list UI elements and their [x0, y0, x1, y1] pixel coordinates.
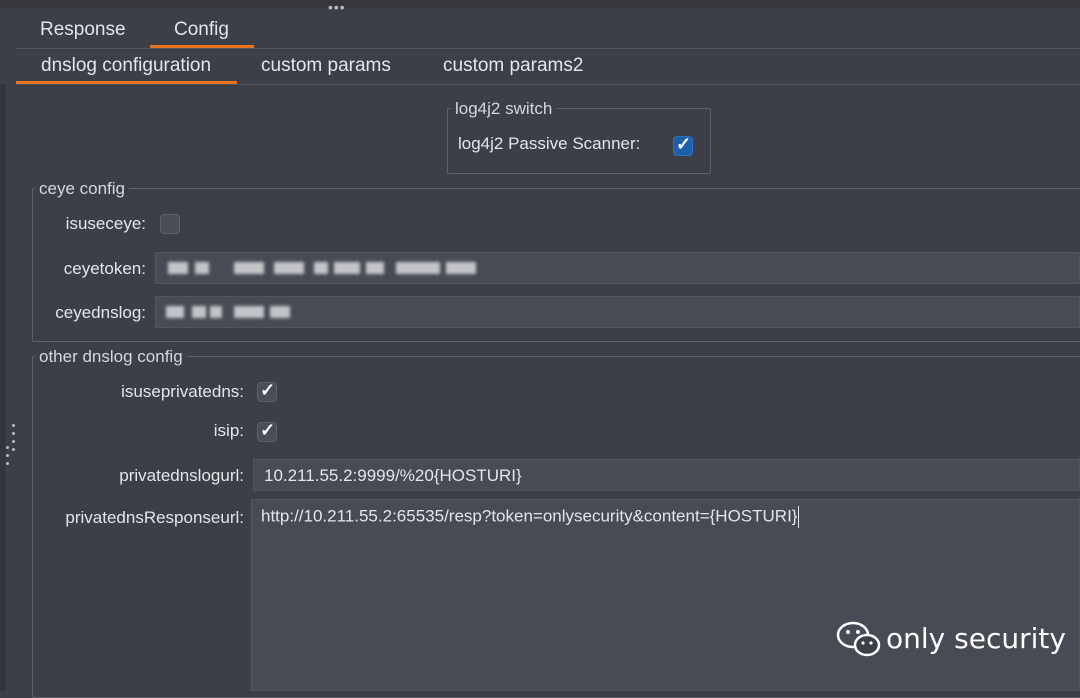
more-dots-icon[interactable]: •••	[328, 0, 346, 14]
checkmark-icon: ✓	[260, 380, 276, 400]
redacted-mark	[234, 306, 264, 318]
tab-config[interactable]: Config	[174, 19, 229, 41]
redacted-mark	[210, 306, 222, 318]
top-strip	[0, 0, 1080, 8]
checkmark-icon: ✓	[676, 134, 692, 154]
privatednsResponseurl-value: http://10.211.55.2:65535/resp?token=only…	[261, 506, 798, 526]
redacted-mark	[195, 262, 209, 274]
redacted-mark	[270, 306, 290, 318]
redacted-mark	[396, 262, 440, 274]
other-dnslog-config-legend: other dnslog config	[35, 347, 187, 367]
ceyednslog-label: ceyednslog:	[55, 303, 146, 322]
passive-scanner-checkbox[interactable]: ✓	[673, 134, 693, 156]
top-tab-bar: Response Config	[16, 12, 1080, 49]
tab-dnslog-configuration[interactable]: dnslog configuration	[41, 55, 211, 77]
redacted-mark	[166, 306, 184, 318]
redacted-mark	[366, 262, 384, 274]
privatednslogurl-value: 10.211.55.2:9999/%20{HOSTURI}	[264, 466, 522, 485]
isuseprivatedns-checkbox[interactable]: ✓	[257, 380, 277, 402]
tab-custom-params2[interactable]: custom params2	[443, 55, 583, 77]
privatednslogurl-label: privatednslogurl:	[119, 466, 244, 485]
checkmark-icon: ✓	[260, 420, 276, 440]
isuseceye-checkbox[interactable]	[160, 214, 180, 234]
redacted-mark	[234, 262, 264, 274]
ceyednslog-input[interactable]	[155, 296, 1080, 328]
log4j2-switch-legend: log4j2 switch	[451, 99, 557, 119]
ceyetoken-label: ceyetoken:	[63, 259, 146, 278]
isip-label: isip:	[213, 421, 244, 440]
redacted-mark	[314, 262, 328, 274]
privatednsResponseurl-textarea[interactable]: http://10.211.55.2:65535/resp?token=only…	[251, 499, 1080, 691]
ceye-config-legend: ceye config	[35, 179, 129, 199]
passive-scanner-label: log4j2 Passive Scanner:	[458, 134, 641, 153]
sub-tab-bar: dnslog configuration custom params custo…	[16, 48, 1080, 85]
redacted-mark	[446, 262, 476, 274]
watermark-text: only security	[886, 622, 1066, 655]
isip-checkbox[interactable]: ✓	[257, 420, 277, 442]
isuseceye-label: isuseceye:	[65, 214, 146, 233]
wechat-icon	[836, 620, 884, 665]
redacted-mark	[334, 262, 360, 274]
tab-custom-params[interactable]: custom params	[261, 55, 391, 77]
privatednslogurl-input[interactable]: 10.211.55.2:9999/%20{HOSTURI}	[253, 459, 1080, 491]
tab-response[interactable]: Response	[40, 19, 126, 41]
isuseprivatedns-label: isuseprivatedns:	[121, 382, 244, 401]
redacted-mark	[192, 306, 206, 318]
redacted-mark	[168, 262, 188, 274]
privatednsResponseurl-label: privatednsResponseurl:	[65, 508, 244, 527]
tab-dnslog-active-indicator	[16, 81, 237, 84]
redacted-mark	[274, 262, 304, 274]
text-caret	[798, 506, 800, 528]
